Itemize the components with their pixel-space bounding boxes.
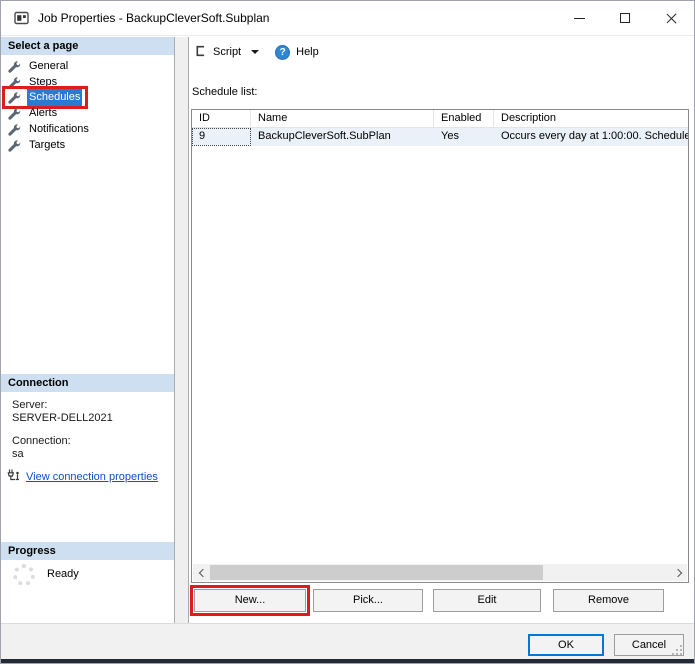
- schedule-list-label: Schedule list:: [192, 86, 257, 98]
- main-panel: Script ? Help Schedule list: ID Name Ena…: [189, 37, 694, 623]
- table-header-row: ID Name Enabled Description: [192, 110, 688, 128]
- sidebar-item-notifications[interactable]: Notifications: [5, 121, 94, 138]
- window-icon: [14, 11, 29, 25]
- close-icon: [665, 12, 677, 24]
- script-button-label: Script: [213, 46, 241, 58]
- column-header-description[interactable]: Description: [494, 110, 688, 127]
- sidebar-item-schedules[interactable]: Schedules: [5, 89, 85, 106]
- job-properties-dialog: Job Properties - BackupCleverSoft.Subpla…: [0, 0, 695, 664]
- sidebar-item-general[interactable]: General: [5, 58, 73, 75]
- ok-button[interactable]: OK: [528, 634, 604, 656]
- window-title: Job Properties - BackupCleverSoft.Subpla…: [38, 11, 269, 25]
- wrench-icon: [8, 76, 21, 89]
- help-button-label: Help: [296, 46, 319, 58]
- new-button[interactable]: New...: [194, 589, 306, 612]
- window-bottom-border: [1, 659, 694, 663]
- cell-enabled: Yes: [434, 128, 494, 146]
- maximize-icon: [620, 13, 630, 23]
- progress-status: Ready: [47, 568, 79, 580]
- cell-description: Occurs every day at 1:00:00. Schedule: [494, 128, 688, 146]
- resize-grip[interactable]: [680, 653, 682, 655]
- sidebar-item-label: Alerts: [27, 105, 59, 122]
- toolbar: Script ? Help: [189, 37, 694, 67]
- title-bar: Job Properties - BackupCleverSoft.Subpla…: [1, 1, 694, 36]
- script-dropdown-icon[interactable]: [251, 50, 259, 54]
- scroll-right-button[interactable]: [671, 564, 687, 581]
- sidebar-item-targets[interactable]: Targets: [5, 137, 70, 154]
- cell-id: 9: [192, 128, 251, 146]
- minimize-icon: [574, 18, 585, 19]
- server-value: SERVER-DELL2021: [12, 412, 113, 424]
- script-icon: [193, 44, 207, 61]
- select-a-page-header: Select a page: [1, 37, 174, 55]
- connection-header: Connection: [1, 374, 174, 392]
- minimize-button[interactable]: [556, 1, 602, 35]
- wrench-icon: [8, 60, 21, 73]
- progress-header: Progress: [1, 542, 174, 560]
- connection-label: Connection:: [12, 435, 71, 447]
- wrench-icon: [8, 139, 21, 152]
- wrench-icon: [8, 91, 21, 104]
- edit-button[interactable]: Edit: [433, 589, 541, 612]
- panel-splitter[interactable]: [174, 37, 189, 623]
- sidebar-item-label: Targets: [27, 137, 67, 154]
- help-button[interactable]: ? Help: [275, 45, 319, 60]
- column-header-enabled[interactable]: Enabled: [434, 110, 494, 127]
- connection-value: sa: [12, 448, 24, 460]
- sidebar-item-label: General: [27, 58, 70, 75]
- remove-button[interactable]: Remove: [553, 589, 664, 612]
- chevron-left-icon: [198, 568, 206, 576]
- script-button[interactable]: Script: [193, 44, 241, 61]
- wrench-icon: [8, 107, 21, 120]
- sidebar-item-alerts[interactable]: Alerts: [5, 105, 62, 122]
- horizontal-scrollbar[interactable]: [193, 564, 687, 581]
- view-connection-properties-link[interactable]: View connection properties: [26, 471, 158, 483]
- window-controls: [556, 1, 694, 35]
- close-button[interactable]: [648, 1, 694, 35]
- schedule-list-table: ID Name Enabled Description 9 BackupClev…: [191, 109, 689, 583]
- sidebar: Select a page General Steps Schedules Al…: [1, 37, 174, 623]
- progress-spinner-icon: [13, 564, 35, 586]
- column-header-name[interactable]: Name: [251, 110, 434, 127]
- chevron-right-icon: [673, 568, 681, 576]
- sidebar-item-label: Notifications: [27, 121, 91, 138]
- dialog-footer: OK Cancel: [1, 623, 694, 660]
- connection-properties-icon: [7, 469, 21, 485]
- cell-name: BackupCleverSoft.SubPlan: [251, 128, 434, 146]
- server-label: Server:: [12, 399, 47, 411]
- wrench-icon: [8, 123, 21, 136]
- scroll-left-button[interactable]: [193, 564, 209, 581]
- sidebar-item-label: Schedules: [27, 89, 82, 106]
- scrollbar-thumb[interactable]: [210, 565, 543, 580]
- help-icon: ?: [275, 45, 290, 60]
- maximize-button[interactable]: [602, 1, 648, 35]
- cancel-button[interactable]: Cancel: [614, 634, 684, 656]
- pick-button[interactable]: Pick...: [313, 589, 423, 612]
- column-header-id[interactable]: ID: [192, 110, 251, 127]
- table-row[interactable]: 9 BackupCleverSoft.SubPlan Yes Occurs ev…: [192, 128, 688, 146]
